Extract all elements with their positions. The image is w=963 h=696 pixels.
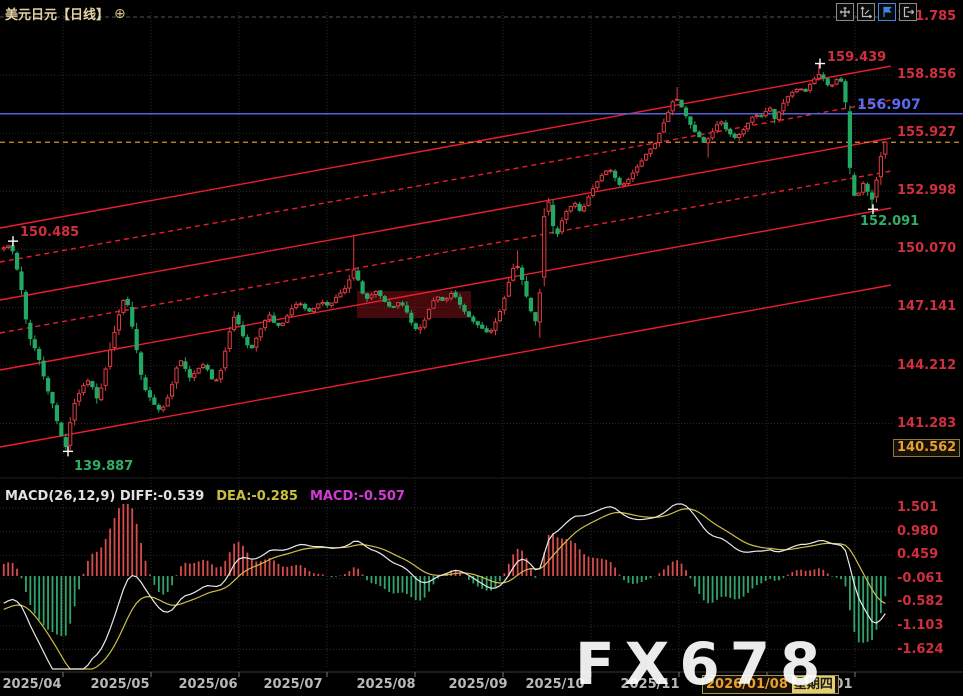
axis-scale-icon[interactable] xyxy=(857,3,875,21)
time-axis-label: 2025/08 xyxy=(356,677,415,692)
weekday-badge: 星期四 xyxy=(792,676,835,693)
macd-dea-value: DEA:-0.285 xyxy=(216,489,298,504)
time-axis-label: 2025/11 xyxy=(620,677,679,692)
price-axis-label: 155.927 xyxy=(897,125,956,140)
macd-header: MACD(26,12,9) DIFF:-0.539 DEA:-0.285 MAC… xyxy=(5,489,405,504)
price-axis-label: 152.998 xyxy=(897,183,956,198)
move-icon[interactable] xyxy=(836,3,854,21)
price-axis-label: 158.856 xyxy=(897,67,956,82)
extreme-price-label: 139.887 xyxy=(74,459,133,474)
add-indicator-button[interactable]: ⊕ xyxy=(114,6,126,22)
chart-canvas[interactable] xyxy=(0,0,963,696)
price-axis-label: 141.283 xyxy=(897,416,956,431)
time-axis-label: 2025/10 xyxy=(525,677,584,692)
extreme-price-label: 159.439 xyxy=(827,50,886,65)
macd-axis-label: -0.582 xyxy=(897,594,944,609)
macd-macd-value: MACD:-0.507 xyxy=(310,489,405,504)
time-axis-label: 2025/09 xyxy=(448,677,507,692)
price-axis-label: 150.070 xyxy=(897,241,956,256)
time-axis-label: 2025/06 xyxy=(178,677,237,692)
price-axis-label: 144.212 xyxy=(897,358,956,373)
extreme-price-label: 150.485 xyxy=(20,225,79,240)
macd-axis-label: -1.624 xyxy=(897,642,944,657)
macd-axis-label: -0.061 xyxy=(897,571,944,586)
time-axis-label: 2025/04 xyxy=(2,677,61,692)
macd-formula-diff: MACD(26,12,9) DIFF:-0.539 xyxy=(5,489,204,504)
chart-app: 美元日元【日线】 ⊕ MACD(26,12,9) DIFF:-0.539 DEA… xyxy=(0,0,963,696)
date-value: 2026/01/08 xyxy=(706,676,788,693)
exit-icon[interactable] xyxy=(899,3,917,21)
price-axis-label: 147.141 xyxy=(897,299,956,314)
macd-axis-label: -1.103 xyxy=(897,618,944,633)
flag-icon[interactable] xyxy=(878,3,896,21)
macd-axis-label: 0.459 xyxy=(897,547,938,562)
macd-axis-label: 1.501 xyxy=(897,500,938,515)
blue-level-label: 156.907 xyxy=(857,97,921,113)
macd-axis-label: 0.980 xyxy=(897,524,938,539)
symbol-title: 美元日元【日线】 xyxy=(5,4,109,23)
time-axis-label: 2025/05 xyxy=(90,677,149,692)
extreme-price-label: 152.091 xyxy=(860,214,919,229)
time-axis-label: 2025/07 xyxy=(263,677,322,692)
chart-toolbar xyxy=(836,3,917,21)
chart-title-bar: 美元日元【日线】 ⊕ xyxy=(5,4,126,23)
date-crosshair-box: 2026/01/08 星期四 xyxy=(702,675,839,694)
price-axis-bottom-boxed-label: 140.562 xyxy=(893,439,960,457)
